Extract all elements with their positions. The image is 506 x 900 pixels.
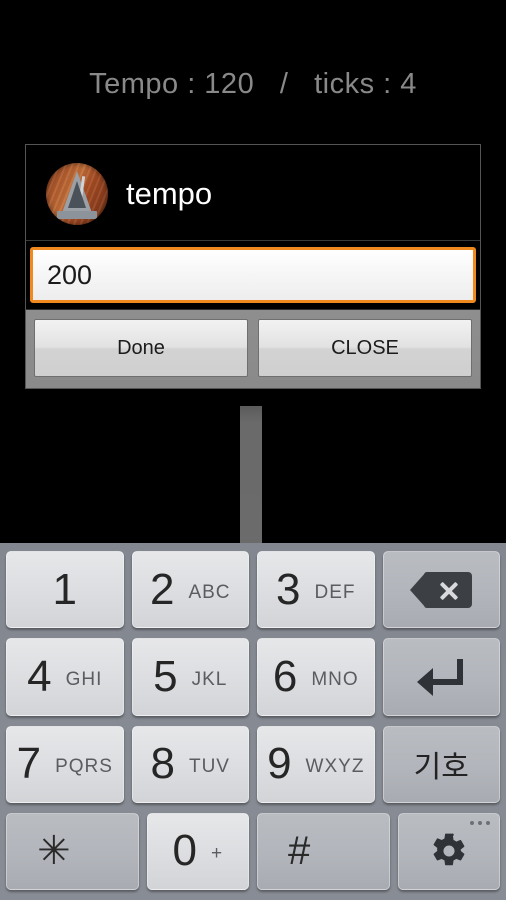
keyboard-row-3: 7 PQRS 8 TUV 9 WXYZ 기호 <box>6 725 500 803</box>
key-7[interactable]: 7 PQRS <box>6 725 124 803</box>
key-digit: 2 <box>149 564 175 614</box>
keyboard-row-1: 1 2 ABC 3 DEF <box>6 551 500 629</box>
key-letters: ABC <box>188 581 231 603</box>
key-5[interactable]: 5 JKL <box>131 638 249 716</box>
done-button[interactable]: Done <box>34 319 248 377</box>
return-icon <box>417 658 465 696</box>
gear-icon <box>399 814 500 889</box>
key-asterisk[interactable]: ✳ <box>6 812 139 890</box>
dialog-header: tempo <box>26 145 480 241</box>
key-letters: GHI <box>65 668 103 690</box>
input-container <box>26 241 480 309</box>
key-digit: 9 <box>267 739 292 789</box>
metronome-icon <box>46 162 108 225</box>
key-digit: 4 <box>27 651 52 701</box>
tempo-input[interactable] <box>30 247 476 303</box>
key-settings[interactable] <box>397 812 500 890</box>
key-1[interactable]: 1 <box>6 551 124 629</box>
key-letters: PQRS <box>55 756 113 778</box>
key-enter[interactable] <box>382 638 500 716</box>
key-digit: 1 <box>52 564 77 614</box>
key-2[interactable]: 2 ABC <box>131 551 249 629</box>
key-6[interactable]: 6 MNO <box>257 638 375 716</box>
key-hash[interactable]: # <box>257 812 390 890</box>
key-digit: 3 <box>276 564 301 614</box>
key-symbols[interactable]: 기호 <box>382 725 500 803</box>
key-symbols-label: 기호 <box>413 750 469 786</box>
asterisk-glyph: ✳ <box>37 829 71 874</box>
tempo-dialog: tempo Done CLOSE <box>25 144 481 389</box>
key-digit: 0 <box>172 826 197 876</box>
hash-glyph: # <box>288 829 311 874</box>
key-letters: TUV <box>188 756 230 778</box>
key-digit: 6 <box>272 651 298 701</box>
key-letters: MNO <box>311 668 359 690</box>
key-8[interactable]: 8 TUV <box>131 725 249 803</box>
dialog-button-bar: Done CLOSE <box>26 309 480 388</box>
key-3[interactable]: 3 DEF <box>257 551 375 629</box>
keyboard-row-2: 4 GHI 5 JKL 6 MNO <box>6 638 500 716</box>
key-backspace[interactable] <box>382 551 500 629</box>
keyboard-row-4: ✳ 0 + # <box>6 812 500 890</box>
key-digit: 5 <box>153 651 178 701</box>
keyboard-resize-handle[interactable] <box>240 406 262 544</box>
app-screen: Tempo : 120 / ticks : 4 tempo Done CLOSE <box>0 0 506 900</box>
numeric-keyboard: 1 2 ABC 3 DEF 4 GHI 5 JKL 6 MNO 7 PQRS 8… <box>0 543 506 900</box>
key-digit: 8 <box>150 739 175 789</box>
key-9[interactable]: 9 WXYZ <box>257 725 375 803</box>
backspace-icon <box>410 571 473 608</box>
dialog-title: tempo <box>126 176 213 211</box>
tempo-status-line: Tempo : 120 / ticks : 4 <box>89 68 417 100</box>
key-digit: 7 <box>16 739 42 789</box>
key-letters: + <box>210 843 224 865</box>
key-letters: WXYZ <box>305 756 365 778</box>
close-button[interactable]: CLOSE <box>258 319 472 377</box>
key-letters: JKL <box>191 668 228 690</box>
key-4[interactable]: 4 GHI <box>6 638 124 716</box>
key-0[interactable]: 0 + <box>146 812 249 890</box>
overflow-dots-icon <box>470 820 490 825</box>
key-letters: DEF <box>314 581 356 603</box>
